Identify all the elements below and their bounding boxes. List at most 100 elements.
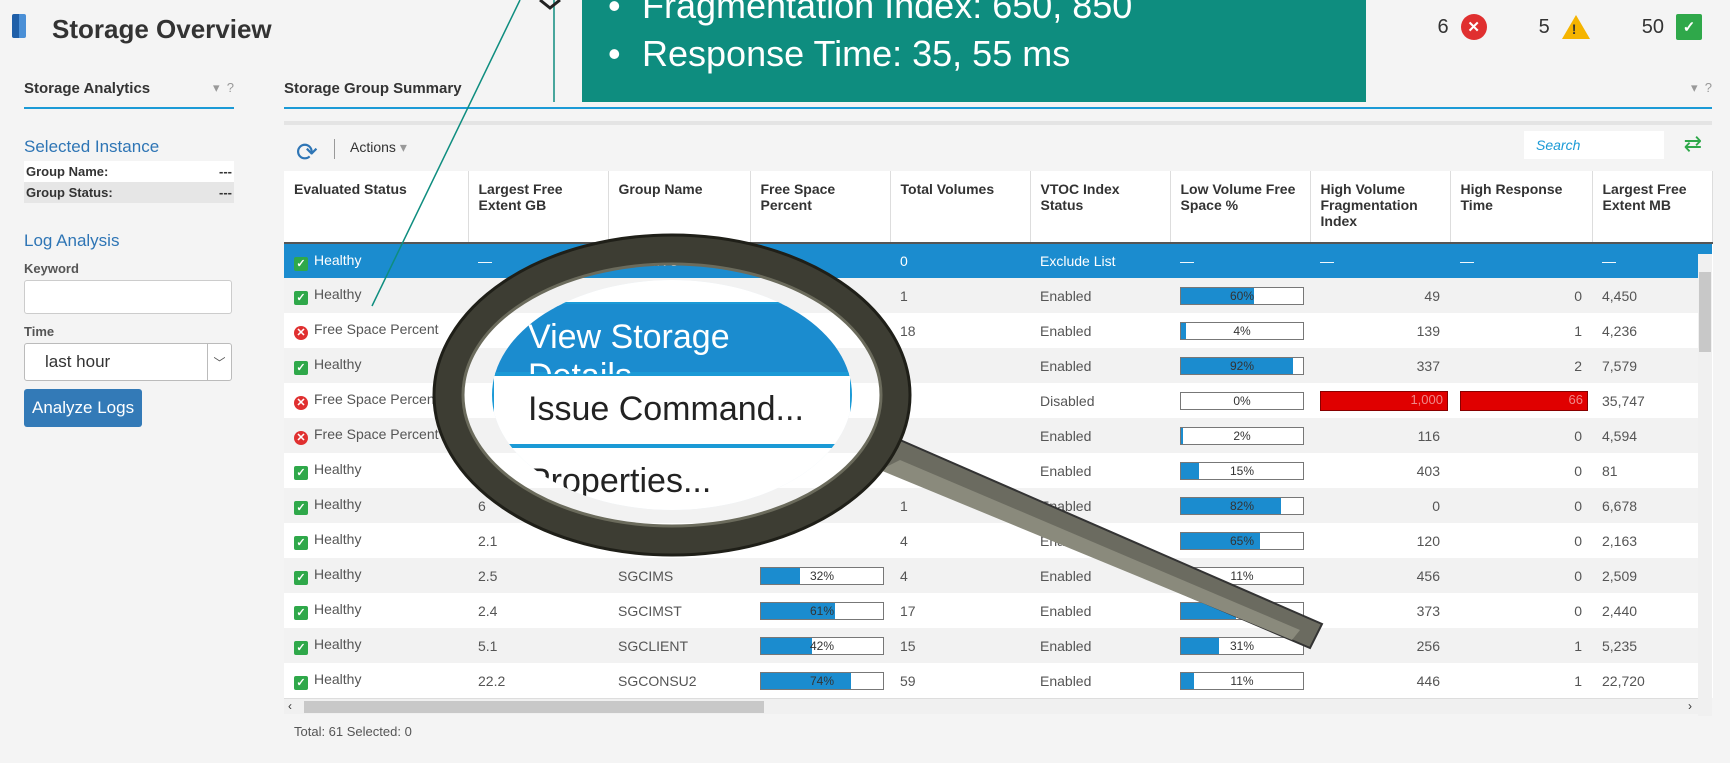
column-header[interactable]: High Response Time — [1450, 171, 1593, 244]
largest-free-extent-gb-cell: 2.1 — [478, 532, 498, 549]
table-header-row: Evaluated Status Largest Free Extent GB Gr… — [284, 171, 1713, 244]
table-row[interactable]: ✓ Healthy 5.1 SGCLIENT 42% 15 Enabled 31% 256 1 5,… — [284, 628, 1712, 663]
low-volume-free-space-cell: 0% — [1170, 383, 1310, 418]
status-cell: ✓ Healthy — [284, 278, 468, 313]
response-time-cell: 1 — [1574, 672, 1582, 689]
free-space-cell — [750, 523, 890, 558]
vertical-scrollbar[interactable] — [1698, 254, 1712, 716]
callout-line: Response Time: 35, 55 ms — [608, 30, 1366, 78]
status-cell: ✓ Healthy — [284, 243, 468, 278]
progress-bar: 65% — [1180, 531, 1304, 550]
low-volume-free-space-cell: 60% — [1170, 278, 1310, 313]
progress-label: 74% — [809, 673, 835, 688]
scroll-thumb[interactable] — [1699, 272, 1711, 352]
check-icon: ✓ — [294, 676, 308, 690]
fragmentation-cell: 139 — [1416, 322, 1440, 339]
progress-bar: 60% — [1180, 286, 1304, 305]
horizontal-scrollbar[interactable]: ‹ › — [284, 698, 1712, 714]
total-volumes-cell: 1 — [900, 287, 908, 304]
progress-bar: 31% — [1180, 636, 1304, 655]
error-count-value: 6 — [1437, 15, 1449, 38]
low-volume-free-space-cell: 92% — [1170, 348, 1310, 383]
progress-bar: 11% — [1180, 671, 1304, 690]
largest-free-extent-mb-cell: 4,236 — [1602, 322, 1638, 339]
progress-label: 11% — [1230, 568, 1254, 583]
table-row[interactable]: ✓ Healthy 2.4 SGCIMST 61% 17 Enabled 373 0 2,440 — [284, 593, 1712, 628]
column-header[interactable]: Evaluated Status — [284, 171, 469, 244]
status-label: Free Space Percent — [314, 426, 439, 442]
chevron-left-icon[interactable]: ‹ — [288, 699, 292, 713]
search-input[interactable]: Search — [1524, 131, 1664, 159]
vtoc-status-cell: Enabled — [1040, 322, 1092, 339]
table-row[interactable]: ✓ Healthy 22.2 SGCONSU2 74% 59 Enabled 11% 446 1 2… — [284, 663, 1712, 698]
scroll-thumb[interactable] — [304, 701, 764, 713]
progress-bar: 2% — [1180, 426, 1304, 445]
status-label: Free Space Percent — [314, 321, 439, 337]
column-header[interactable]: Group Name — [608, 171, 751, 244]
vtoc-status-cell: Enabled — [1040, 287, 1092, 304]
progress-bar: 15% — [1180, 461, 1304, 480]
properties-item[interactable]: Properties... — [492, 446, 852, 510]
status-counts: 6 ✕ 5 ! 50 ✓ — [1438, 14, 1702, 40]
table-row[interactable]: ✓ Healthy 2.1 4 Enabled 65% 120 0 2,163 — [284, 523, 1712, 558]
column-header[interactable]: Low Volume Free Space % — [1170, 171, 1311, 244]
response-time-cell: 0 — [1574, 287, 1582, 304]
keyword-input[interactable] — [24, 280, 232, 314]
chevron-down-icon[interactable]: ﹀ — [207, 344, 231, 380]
toolbar-separator — [334, 139, 335, 159]
status-cell: ✓ Healthy — [284, 523, 468, 558]
total-volumes-cell: 1 — [900, 497, 908, 514]
fragmentation-cell: 0 — [1432, 497, 1440, 514]
issue-command-item[interactable]: Issue Command... — [492, 374, 852, 446]
column-header[interactable]: Largest Free Extent MB — [1592, 171, 1713, 244]
time-select[interactable]: last hour ﹀ — [24, 343, 232, 381]
panel-tools[interactable]: ▾ ? — [213, 80, 234, 97]
free-space-cell: 61% — [750, 593, 890, 628]
table-row[interactable]: ✓ Healthy — SCOMVS 0 Exclude List — — — — — [284, 243, 1712, 278]
largest-free-extent-gb-cell: 2.5 — [478, 567, 498, 584]
alert-value: 66 — [1460, 390, 1588, 411]
column-header[interactable]: VTOC Index Status — [1030, 171, 1171, 244]
column-header[interactable]: Largest Free Extent GB — [468, 171, 609, 244]
low-volume-free-space-cell: 15% — [1170, 453, 1310, 488]
actions-menu[interactable]: Actions ▾ — [350, 139, 407, 156]
error-count[interactable]: 6 ✕ — [1438, 14, 1487, 40]
warning-count[interactable]: 5 ! — [1539, 15, 1590, 39]
low-volume-free-space-cell: 31% — [1170, 628, 1310, 663]
log-analysis-title: Log Analysis — [24, 231, 120, 250]
vtoc-status-cell: Enabled — [1040, 672, 1092, 689]
group-name-cell — [608, 523, 750, 558]
error-icon: ✕ — [294, 396, 308, 410]
chevron-right-icon[interactable]: › — [1688, 699, 1692, 713]
split-arrows-icon[interactable]: ⇄ — [1684, 131, 1702, 157]
largest-free-extent-mb-cell: 35,747 — [1602, 392, 1645, 409]
fragmentation-cell: 256 — [1416, 637, 1440, 654]
progress-bar — [1180, 601, 1304, 620]
column-header[interactable]: Free Space Percent — [750, 171, 891, 244]
group-name-value: --- — [219, 164, 232, 179]
status-cell: ✕ Free Space Percent — [284, 383, 468, 418]
check-icon: ✓ — [294, 501, 308, 515]
progress-label: 92% — [1229, 358, 1255, 373]
status-label: Healthy — [314, 461, 362, 477]
column-header[interactable]: High Volume Fragmentation Index — [1310, 171, 1451, 244]
table-row[interactable]: ✓ Healthy 2.5 SGCIMS 32% 4 Enabled 11% 456 0 2,509 — [284, 558, 1712, 593]
largest-free-extent-mb-cell: 2,440 — [1602, 602, 1638, 619]
refresh-icon[interactable]: ⟳ — [296, 137, 318, 168]
group-name-cell: SGCIMS — [618, 567, 674, 584]
vtoc-status-cell: Disabled — [1040, 392, 1095, 409]
alert-value: 1,000 — [1320, 390, 1448, 411]
total-volumes-cell: 15 — [900, 637, 916, 654]
view-storage-details-item[interactable]: View Storage Details — [492, 302, 852, 395]
total-volumes-cell: 18 — [900, 322, 916, 339]
column-header[interactable]: Total Volumes — [890, 171, 1031, 244]
largest-free-extent-mb-cell: 6,678 — [1602, 497, 1638, 514]
status-label: Healthy — [314, 251, 362, 268]
summary-tools[interactable]: ▾ ? — [1691, 80, 1712, 97]
response-time-cell: 0 — [1574, 497, 1582, 514]
progress-label: 32% — [809, 568, 835, 583]
annotation-callout: Fragmentation Index: 650, 850 Response T… — [582, 0, 1366, 102]
ok-count[interactable]: 50 ✓ — [1642, 14, 1702, 40]
progress-bar: 4% — [1180, 321, 1304, 340]
analyze-logs-button[interactable]: Analyze Logs — [24, 389, 143, 427]
